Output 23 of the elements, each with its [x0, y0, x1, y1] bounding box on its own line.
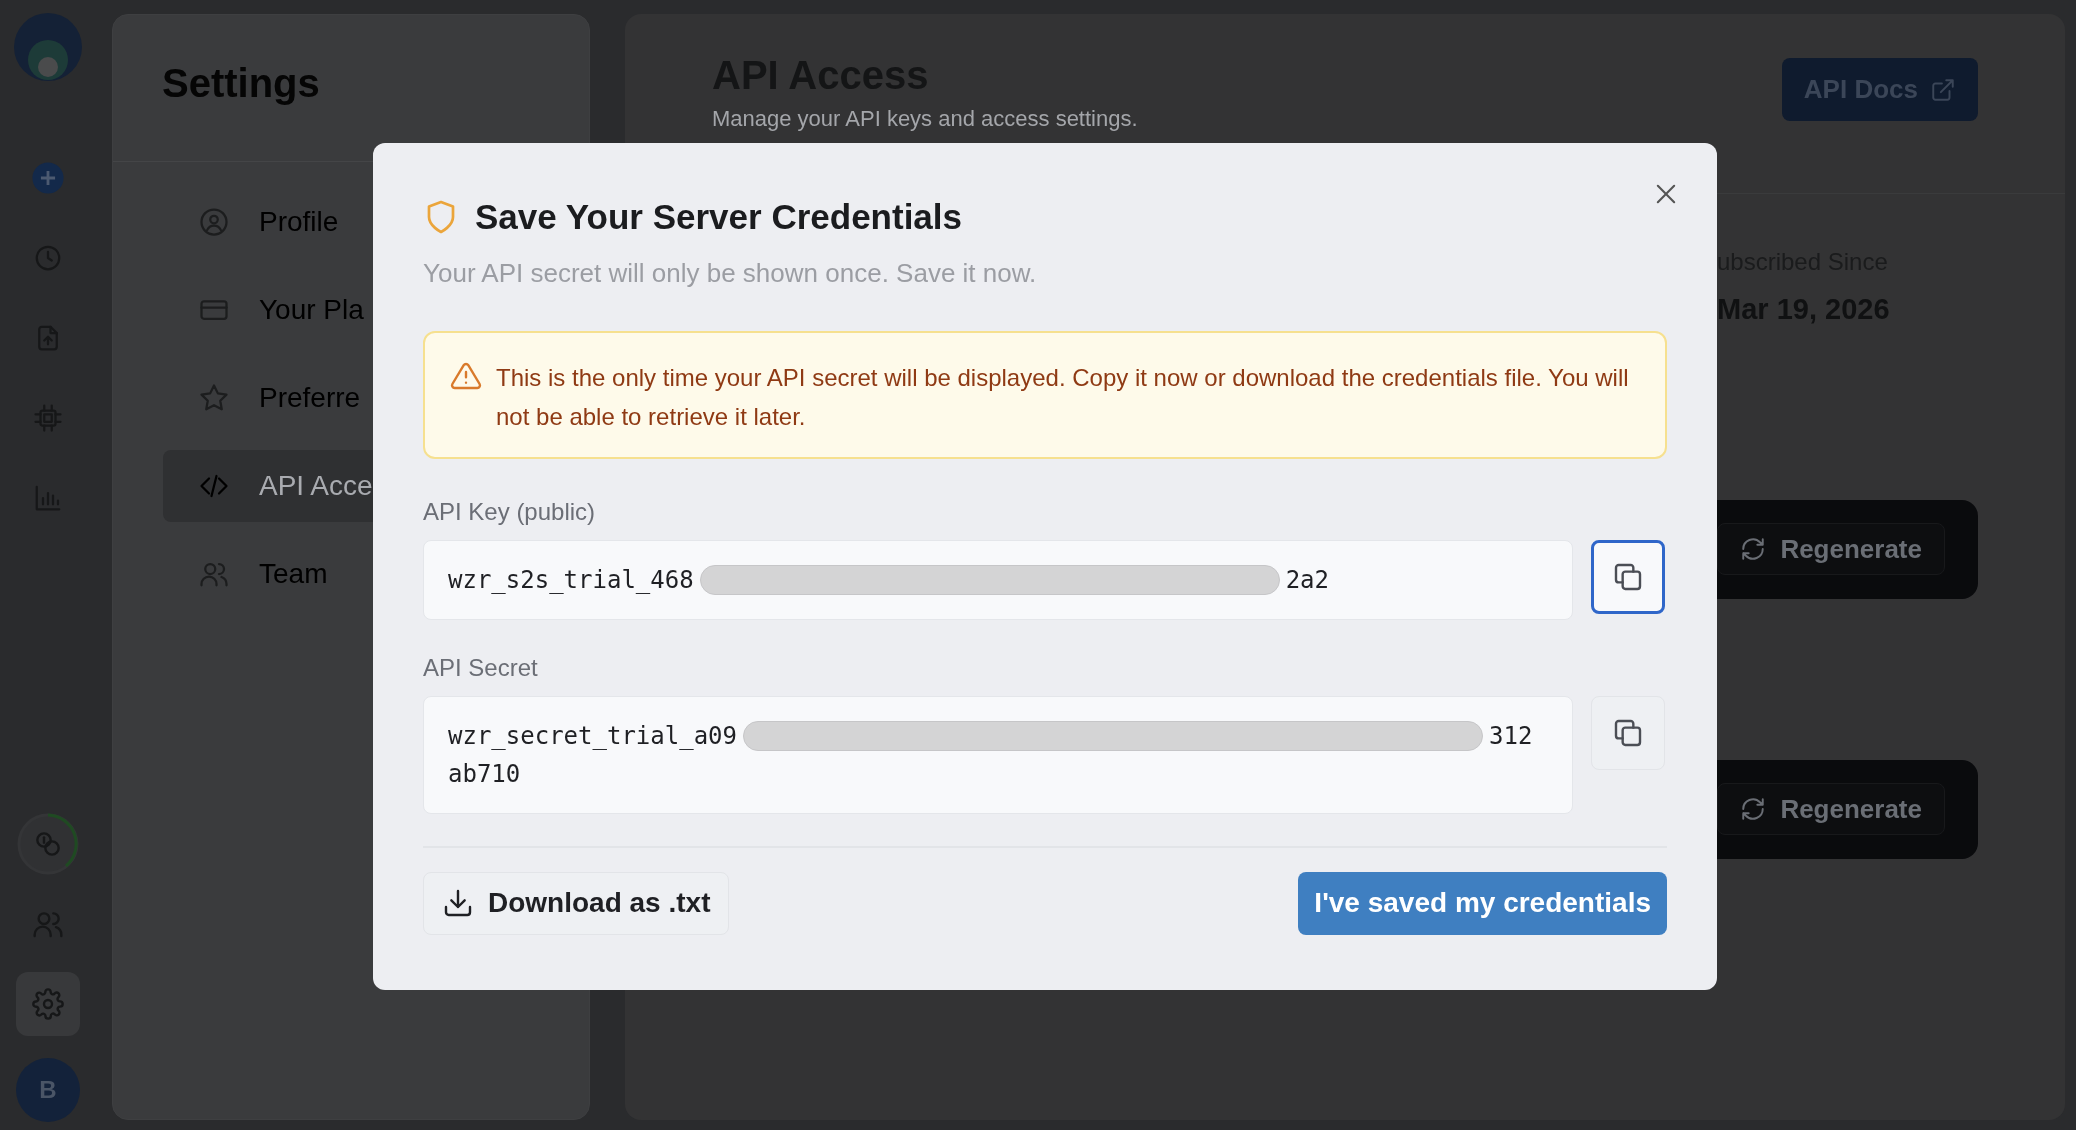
dialog-title: Save Your Server Credentials [475, 196, 962, 238]
user-circle-icon [199, 207, 229, 237]
settings-icon[interactable] [32, 988, 64, 1020]
page-subtitle: Manage your API keys and access settings. [712, 105, 1138, 133]
regenerate-button[interactable]: Regenerate [1717, 523, 1945, 575]
star-icon [199, 383, 229, 413]
field-label: API Secret [423, 652, 539, 683]
logo-icon[interactable] [14, 13, 82, 81]
refresh-icon [1740, 796, 1767, 822]
dialog-subtitle: Your API secret will only be shown once. Save it now. [423, 256, 1038, 290]
warning-message: This is the only time your API secret will be displayed. Copy it now or download the credentials file. You will not be able to retrieve it later. [496, 362, 1630, 432]
credential-field[interactable]: wzr_secret_trial_a09 312 ab710 [423, 695, 1573, 814]
download-icon [442, 887, 474, 919]
download-button[interactable]: Download as .txt [423, 871, 730, 935]
confirm-button[interactable]: I've saved my credentials [1298, 871, 1667, 935]
external-link-icon [1930, 76, 1956, 103]
credential-field[interactable]: wzr_s2s_trial_468 2a2 [423, 539, 1573, 620]
rail-button-highlight[interactable] [16, 972, 80, 1036]
plus-icon[interactable] [31, 161, 65, 195]
copy-button[interactable] [1591, 539, 1665, 614]
regenerate-button[interactable]: Regenerate [1717, 783, 1945, 835]
refresh-icon [1740, 536, 1767, 562]
progress-ring [16, 812, 80, 876]
